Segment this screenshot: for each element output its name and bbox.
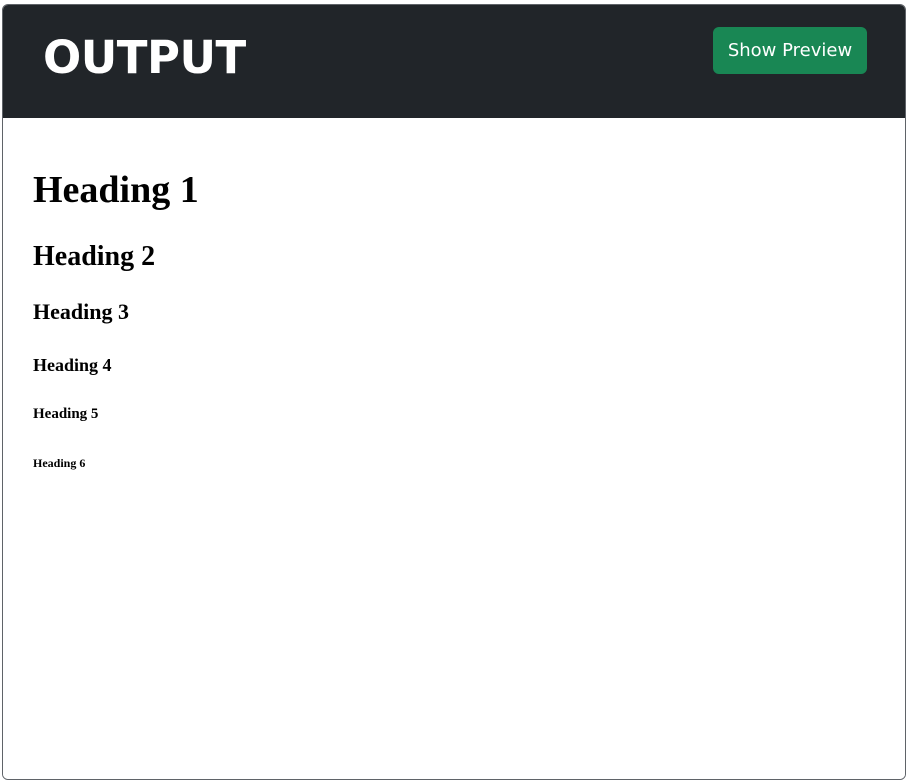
output-title: OUTPUT [43,31,246,84]
heading-3: Heading 3 [33,299,129,324]
output-panel: OUTPUT Show Preview Heading 1 Heading 2 … [2,4,906,780]
heading-5: Heading 5 [33,406,99,422]
output-header: OUTPUT Show Preview [3,5,905,118]
output-preview-area: Heading 1 Heading 2 Heading 3 Heading 4 … [3,118,905,779]
heading-4: Heading 4 [33,355,112,375]
heading-6: Heading 6 [33,456,86,470]
heading-2: Heading 2 [33,241,156,272]
show-preview-button[interactable]: Show Preview [713,27,867,74]
heading-1: Heading 1 [33,169,199,211]
